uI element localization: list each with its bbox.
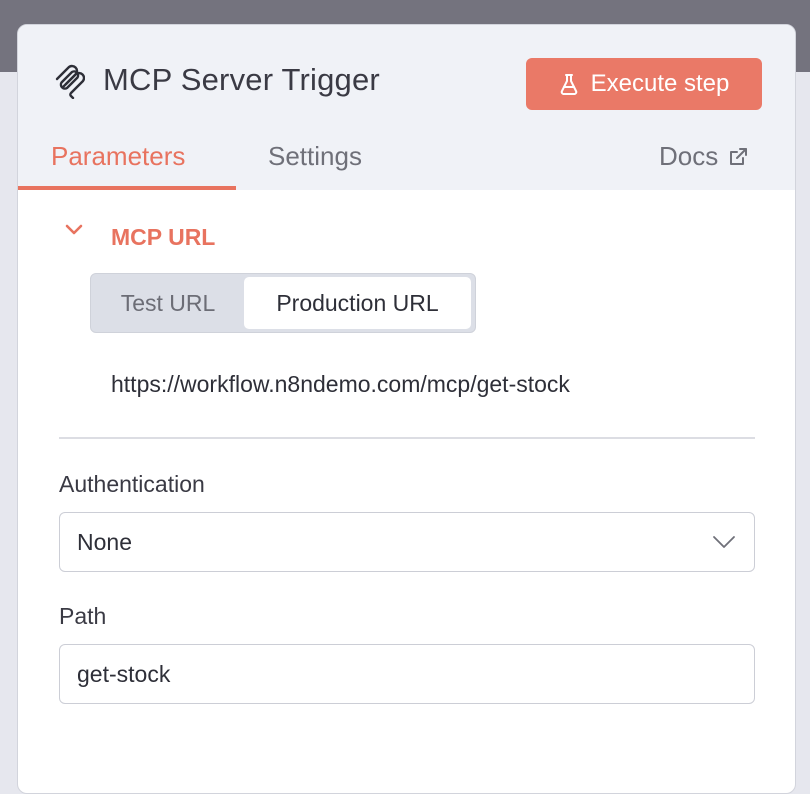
path-value: get-stock <box>77 660 171 687</box>
external-link-icon <box>730 147 748 165</box>
execute-step-button[interactable]: Execute step <box>526 58 762 110</box>
mcp-icon <box>55 64 85 99</box>
authentication-label: Authentication <box>59 471 205 497</box>
node-title: MCP Server Trigger <box>103 62 380 97</box>
active-tab-indicator <box>18 186 236 190</box>
section-divider <box>59 437 755 439</box>
flask-icon <box>560 74 577 95</box>
test-url-option[interactable]: Test URL <box>91 274 245 332</box>
tab-settings[interactable]: Settings <box>268 141 362 172</box>
path-input[interactable]: get-stock <box>59 644 755 704</box>
production-url-option[interactable]: Production URL <box>244 277 471 329</box>
chevron-down-icon <box>713 536 735 548</box>
tab-parameters[interactable]: Parameters <box>51 141 185 172</box>
docs-link[interactable]: Docs <box>659 141 748 172</box>
mcp-url-value: https://workflow.n8ndemo.com/mcp/get-sto… <box>111 371 570 397</box>
mcp-url-section-title[interactable]: MCP URL <box>111 224 215 251</box>
chevron-down-icon[interactable] <box>64 223 84 237</box>
url-type-toggle: Test URL Production URL <box>90 273 476 333</box>
docs-label: Docs <box>659 141 719 171</box>
authentication-select[interactable]: None <box>59 512 755 572</box>
path-label: Path <box>59 603 107 629</box>
panel-header: MCP Server Trigger Execute step Paramete… <box>18 25 795 190</box>
execute-step-label: Execute step <box>590 70 730 97</box>
authentication-value: None <box>77 528 132 555</box>
node-settings-panel: MCP Server Trigger Execute step Paramete… <box>17 24 796 794</box>
